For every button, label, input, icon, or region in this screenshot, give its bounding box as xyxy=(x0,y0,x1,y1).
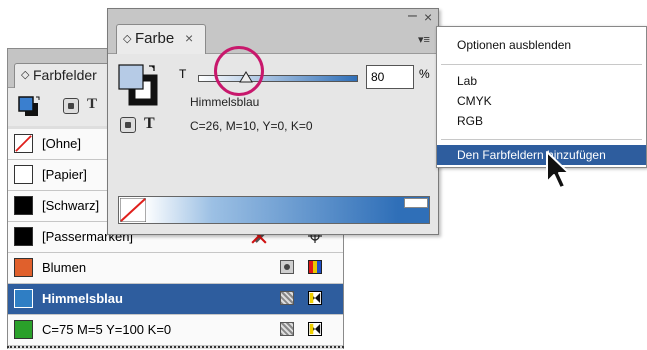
swatch-name: Himmelsblau xyxy=(42,291,123,306)
menu-item-label: CMYK xyxy=(457,94,492,108)
fill-stroke-icon[interactable] xyxy=(18,96,42,118)
white-color-box[interactable] xyxy=(404,198,428,208)
menu-separator xyxy=(441,139,642,140)
minimize-icon[interactable]: – xyxy=(408,7,417,25)
green-swatch-chip xyxy=(14,320,33,339)
menu-item-add-to-swatches[interactable]: Den Farbfeldern hinzufügen xyxy=(437,145,646,165)
color-tab[interactable]: ◇ Farbe × xyxy=(116,24,206,54)
swatch-name: [Schwarz] xyxy=(42,198,100,213)
spot-color-icon xyxy=(280,260,294,274)
menu-item-lab[interactable]: Lab xyxy=(437,71,646,91)
swatch-name: C=75 M=5 Y=100 K=0 xyxy=(42,322,172,337)
panel-collapse-icon[interactable]: ◇ xyxy=(21,68,29,81)
none-swatch-icon xyxy=(14,134,33,153)
himmelsblau-swatch-chip xyxy=(14,289,33,308)
tint-unit: % xyxy=(419,67,430,81)
menu-item-label: Den Farbfeldern hinzufügen xyxy=(457,148,606,162)
swatch-name: [Papier] xyxy=(42,167,87,182)
swatch-name: [Ohne] xyxy=(42,136,82,151)
process-color-icon xyxy=(280,291,294,305)
formatting-container-icon[interactable] xyxy=(120,117,136,133)
swatches-tab-label: Farbfelder xyxy=(33,67,97,83)
close-icon[interactable]: × xyxy=(424,9,432,25)
none-color-icon[interactable] xyxy=(120,198,146,222)
black-swatch-chip xyxy=(14,196,33,215)
color-panel-body: T T 80 % Himmelsblau C=26, M=10, Y=0, K=… xyxy=(108,54,438,234)
tab-close-icon[interactable]: × xyxy=(185,30,193,46)
color-flyout-menu: Optionen ausblenden Lab CMYK RGB Den Far… xyxy=(436,26,647,168)
fill-stroke-proxy[interactable] xyxy=(118,64,160,108)
menu-item-label: Optionen ausblenden xyxy=(457,38,572,52)
process-color-icon xyxy=(280,322,294,336)
formatting-text-icon[interactable]: T xyxy=(144,115,155,133)
tint-label: T xyxy=(179,67,187,81)
cmyk-mode-icon xyxy=(308,291,322,305)
tint-value-input[interactable]: 80 xyxy=(366,65,414,89)
menu-item-cmyk[interactable]: CMYK xyxy=(437,91,646,111)
menu-item-label: RGB xyxy=(457,114,484,128)
formatting-container-icon[interactable] xyxy=(63,98,79,114)
color-panel: ◇ Farbe × – × ▾≡ T T 80 % Himmelsblau C=… xyxy=(107,7,439,235)
color-tab-bar: ◇ Farbe × – × ▾≡ xyxy=(108,7,438,54)
panel-menu-icon[interactable]: ▾≡ xyxy=(418,33,430,46)
swatch-row-blumen[interactable]: Blumen xyxy=(8,253,343,284)
mouse-cursor-icon xyxy=(546,151,570,189)
swatch-values-label: C=26, M=10, Y=0, K=0 xyxy=(190,119,313,133)
highlight-circle xyxy=(214,46,264,96)
swatch-row-green[interactable]: C=75 M=5 Y=100 K=0 xyxy=(8,315,343,346)
menu-item-label: Lab xyxy=(457,74,478,88)
tint-ramp[interactable] xyxy=(118,196,430,224)
blumen-swatch-chip xyxy=(14,258,33,277)
swatch-name: Blumen xyxy=(42,260,87,275)
menu-separator xyxy=(441,64,642,65)
formatting-text-icon[interactable]: T xyxy=(87,96,97,113)
swatch-name-label: Himmelsblau xyxy=(190,95,260,109)
cmyk-mode-icon xyxy=(308,322,322,336)
panel-cut-edge xyxy=(7,346,344,348)
color-tab-label: Farbe xyxy=(135,30,175,47)
tint-value: 80 xyxy=(371,70,385,84)
menu-item-hide-options[interactable]: Optionen ausblenden xyxy=(437,35,646,55)
panel-collapse-icon[interactable]: ◇ xyxy=(123,32,131,45)
menu-item-rgb[interactable]: RGB xyxy=(437,111,646,131)
paper-swatch-chip xyxy=(14,165,33,184)
registration-swatch-chip xyxy=(14,227,33,246)
color-mode-icon xyxy=(308,260,322,274)
swatch-row-himmelsblau[interactable]: Himmelsblau xyxy=(8,284,343,315)
